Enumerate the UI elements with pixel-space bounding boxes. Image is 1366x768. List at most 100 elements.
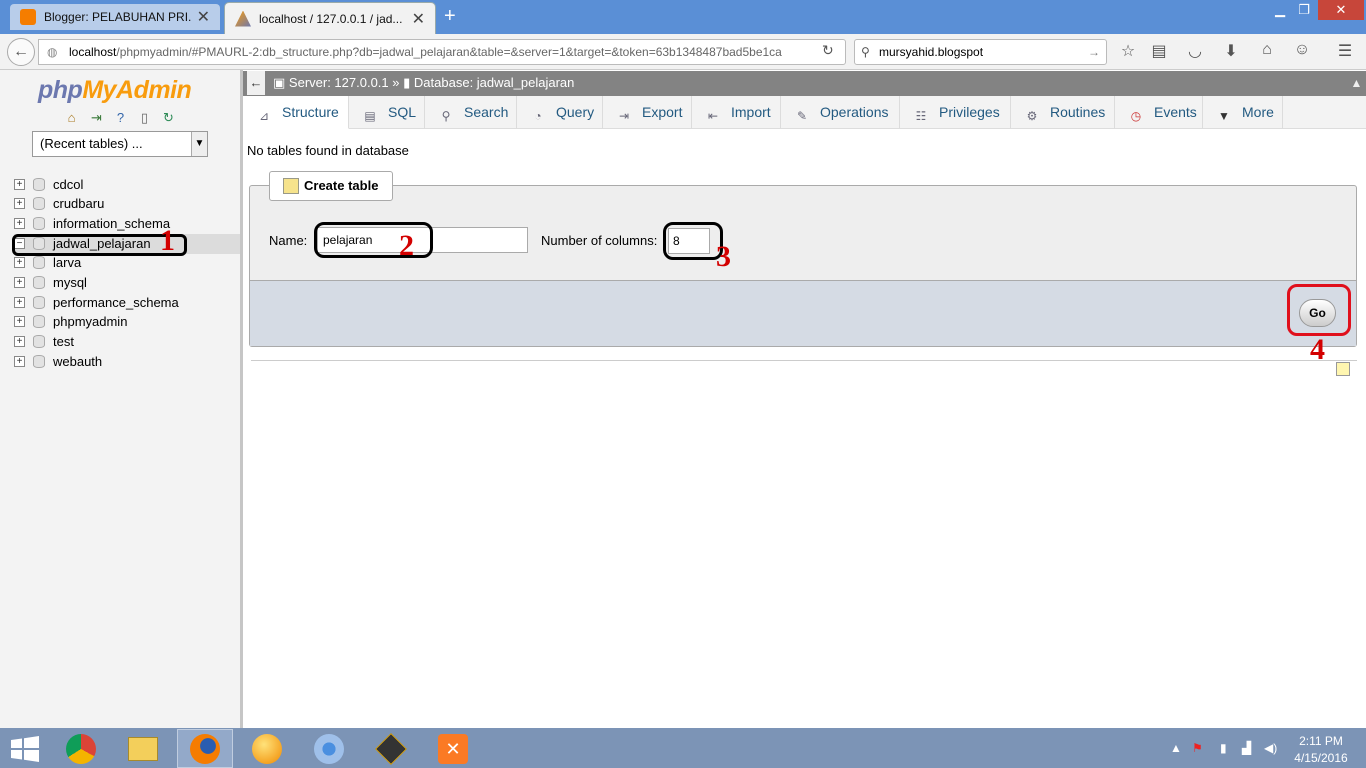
logout-icon[interactable]: ⇥ <box>89 110 104 125</box>
reload-navigation-icon[interactable]: ↻ <box>161 110 176 125</box>
db-item-information-schema[interactable]: + information_schema <box>14 214 240 234</box>
import-icon: ⇤ <box>707 109 719 123</box>
db-item-webauth[interactable]: + webauth <box>14 352 240 372</box>
db-item-larva[interactable]: + larva <box>14 253 240 273</box>
tab-structure[interactable]: ⊿ Structure <box>243 96 349 129</box>
annotation-ring-3 <box>663 222 723 260</box>
db-label[interactable]: performance_schema <box>53 293 179 313</box>
tab-operations[interactable]: ✎ Operations <box>781 96 900 129</box>
help-icon[interactable]: ? <box>113 110 128 125</box>
tab-more[interactable]: ▼ More <box>1203 96 1283 129</box>
name-label: Name: <box>269 233 308 248</box>
recent-tables-select[interactable]: (Recent tables) ... ▼ <box>32 131 208 157</box>
console-icon[interactable] <box>1336 362 1350 376</box>
db-item-performance-schema[interactable]: + performance_schema <box>14 293 240 313</box>
expand-icon[interactable]: + <box>14 198 25 209</box>
volume-icon[interactable]: ◀) <box>1264 741 1277 755</box>
db-label[interactable]: crudbaru <box>53 194 104 214</box>
navigation-sidebar <box>0 70 240 728</box>
expand-icon[interactable]: + <box>14 316 25 327</box>
close-tab-icon[interactable]: ✕ <box>412 9 425 29</box>
window-close-button[interactable]: ✕ <box>1318 0 1364 20</box>
expand-icon[interactable]: + <box>14 336 25 347</box>
breadcrumb: ← ▣ Server: 127.0.0.1 » ▮ Database: jadw… <box>243 71 1366 96</box>
chrome-icon <box>66 733 96 764</box>
db-item-crudbaru[interactable]: + crudbaru <box>14 194 240 214</box>
export-icon: ⇥ <box>618 109 630 123</box>
xampp-icon: ✕ <box>438 733 468 764</box>
expand-icon[interactable]: + <box>14 297 25 308</box>
close-tab-icon[interactable]: ✕ <box>197 7 210 27</box>
db-item-phpmyadmin[interactable]: + phpmyadmin <box>14 312 240 332</box>
expand-icon[interactable]: + <box>14 277 25 288</box>
db-label[interactable]: test <box>53 332 74 352</box>
flag-icon[interactable]: ⚑ <box>1192 741 1203 755</box>
taskbar-file-explorer[interactable] <box>115 729 171 768</box>
db-label[interactable]: information_schema <box>53 214 170 234</box>
tab-events[interactable]: ◷ Events <box>1115 96 1203 129</box>
back-button[interactable]: ← <box>7 38 35 66</box>
chat-icon[interactable]: ☺ <box>1292 41 1312 59</box>
windows-start-icon[interactable] <box>10 736 40 762</box>
tab-sql[interactable]: ▤ SQL <box>349 96 425 129</box>
taskbar-xampp[interactable]: ✕ <box>425 729 481 768</box>
signal-icon[interactable]: ▟ <box>1242 741 1251 755</box>
home-icon[interactable]: ⌂ <box>1257 41 1277 59</box>
db-item-mysql[interactable]: + mysql <box>14 273 240 293</box>
search-value: mursyahid.blogspot <box>879 45 984 59</box>
tab-privileges[interactable]: ☷ Privileges <box>900 96 1011 129</box>
url-path: /phpmyadmin/#PMAURL-2:db_structure.php?d… <box>116 45 782 59</box>
bookmark-star-icon[interactable]: ☆ <box>1118 41 1138 61</box>
expand-icon[interactable]: + <box>14 257 25 268</box>
tab-import[interactable]: ⇤ Import <box>692 96 781 129</box>
taskbar-winamp[interactable] <box>363 729 419 768</box>
phpmyadmin-logo[interactable]: phpMyAdmin <box>38 76 192 105</box>
db-label[interactable]: webauth <box>53 352 102 372</box>
reload-icon[interactable]: ↻ <box>822 42 834 59</box>
tab-search[interactable]: ⚲ Search <box>425 96 517 129</box>
search-go-icon[interactable]: → <box>1088 40 1100 64</box>
collapse-sidebar-icon[interactable]: ← <box>247 71 265 95</box>
db-item-test[interactable]: + test <box>14 332 240 352</box>
server-icon: ▣ <box>273 75 286 90</box>
browser-tab-blogger[interactable]: Blogger: PELABUHAN PRI... ✕ <box>10 4 220 30</box>
show-hidden-icons[interactable]: ▲ <box>1170 741 1182 755</box>
bookmarks-list-icon[interactable]: ▤ <box>1149 41 1169 61</box>
documentation-icon[interactable]: ▯ <box>137 110 152 125</box>
expand-icon[interactable]: + <box>14 179 25 190</box>
url-bar[interactable]: ◍ localhost/phpmyadmin/#PMAURL-2:db_stru… <box>38 39 846 65</box>
taskbar-clock[interactable]: 2:11 PM 4/15/2016 <box>1290 733 1352 767</box>
db-label[interactable]: phpmyadmin <box>53 312 127 332</box>
minimize-button[interactable]: ▁ <box>1268 0 1292 20</box>
db-label[interactable]: larva <box>53 253 81 273</box>
battery-icon[interactable]: ▮ <box>1220 741 1227 755</box>
home-icon[interactable]: ⌂ <box>64 110 79 125</box>
database-icon <box>33 276 45 289</box>
pocket-icon[interactable]: ◡ <box>1185 41 1205 61</box>
tab-query[interactable]: ◔ Query <box>517 96 603 129</box>
browser-tab-phpmyadmin[interactable]: localhost / 127.0.0.1 / jad... ✕ <box>224 2 436 34</box>
db-item-cdcol[interactable]: + cdcol <box>14 175 240 195</box>
expand-icon[interactable]: + <box>14 218 25 229</box>
breadcrumb-server[interactable]: Server: 127.0.0.1 <box>289 75 389 90</box>
page-collapse-icon[interactable]: ▲ <box>1347 71 1366 96</box>
tab-routines[interactable]: ⚙ Routines <box>1011 96 1115 129</box>
taskbar-app-orange[interactable] <box>239 729 295 768</box>
sidebar-resizer[interactable] <box>240 70 243 728</box>
query-icon: ◔ <box>534 109 542 123</box>
taskbar-chromium[interactable] <box>301 729 357 768</box>
new-tab-button[interactable]: + <box>444 5 456 28</box>
expand-icon[interactable]: + <box>14 356 25 367</box>
download-icon[interactable]: ⬇ <box>1221 41 1241 61</box>
taskbar-firefox[interactable] <box>177 729 233 768</box>
tab-export[interactable]: ⇥ Export <box>603 96 692 129</box>
database-icon <box>33 355 45 368</box>
menu-icon[interactable]: ☰ <box>1335 41 1355 61</box>
database-icon <box>33 315 45 328</box>
db-label[interactable]: mysql <box>53 273 87 293</box>
taskbar-chrome[interactable] <box>53 729 109 768</box>
db-label[interactable]: cdcol <box>53 175 83 195</box>
maximize-button[interactable]: ❐ <box>1292 0 1316 20</box>
search-input[interactable]: ⚲ mursyahid.blogspot → <box>854 39 1107 65</box>
breadcrumb-database[interactable]: Database: jadwal_pelajaran <box>414 75 574 90</box>
